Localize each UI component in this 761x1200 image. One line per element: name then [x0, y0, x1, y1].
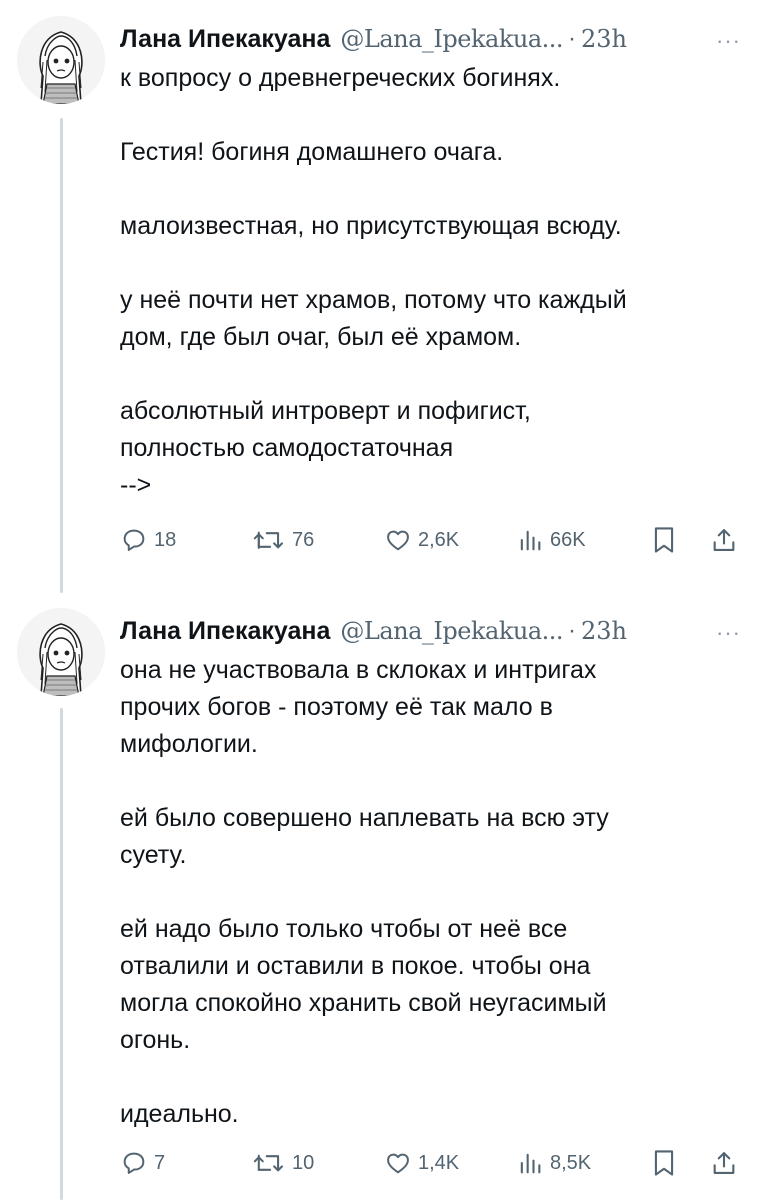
tweet-paragraph: ей надо было только чтобы от неё все отв…	[120, 911, 740, 1059]
text-line: могла спокойно хранить свой неугасимый	[120, 989, 607, 1017]
views-button[interactable]: 66K	[516, 522, 586, 558]
tweet-paragraph: малоизвестная, но присутствующая всюду.	[120, 208, 740, 245]
tweet-paragraph: к вопросу о древнегреческих богинях.	[120, 60, 740, 97]
author-handle[interactable]: @Lana_Ipekakua...	[340, 25, 563, 53]
tweet-text: она не участвовала в склоках и интригах …	[120, 652, 740, 1133]
bookmark-icon	[654, 527, 674, 553]
text-line: Гестия! богиня домашнего очага.	[120, 138, 504, 166]
like-button[interactable]: 2,6K	[384, 522, 459, 558]
retweet-button[interactable]: 76	[252, 522, 314, 558]
thread-connector-line	[60, 708, 63, 1200]
tweet-thread: Лана Ипекакуана @Lana_Ipekakua... · 23h …	[0, 0, 761, 1200]
text-line: ей было совершено наплевать на всю эту	[120, 804, 609, 832]
like-icon	[387, 1153, 409, 1174]
tweet-text: к вопросу о древнегреческих богинях. Гес…	[120, 60, 740, 504]
author-name[interactable]: Лана Ипекакуана	[120, 617, 330, 646]
text-line: абсолютный интроверт и пофигист,	[120, 397, 531, 425]
bookmark-icon	[654, 1150, 674, 1176]
retweet-button[interactable]: 10	[252, 1145, 314, 1181]
retweet-count: 76	[292, 528, 315, 551]
like-count: 1,4K	[418, 1151, 460, 1174]
reply-button[interactable]: 18	[120, 522, 176, 558]
like-button[interactable]: 1,4K	[384, 1145, 459, 1181]
share-button[interactable]	[710, 1145, 738, 1181]
retweet-count: 10	[292, 1151, 315, 1174]
tweet-paragraph: она не участвовала в склоках и интригах …	[120, 652, 740, 763]
text-line: к вопросу о древнегреческих богинях.	[120, 64, 561, 92]
text-line: суету.	[120, 841, 187, 869]
avatar[interactable]	[17, 608, 105, 696]
reply-button[interactable]: 7	[120, 1145, 165, 1181]
text-line: -->	[120, 471, 152, 499]
bookmark-button[interactable]	[650, 1145, 678, 1181]
tweet-paragraph: идеально.	[120, 1096, 740, 1133]
tweet-paragraph: Гестия! богиня домашнего очага.	[120, 134, 740, 171]
views-icon	[520, 530, 541, 551]
share-button[interactable]	[710, 522, 738, 558]
views-button[interactable]: 8,5K	[516, 1145, 591, 1181]
share-icon	[713, 1152, 735, 1174]
views-count: 8,5K	[550, 1151, 592, 1174]
text-line: у неё почти нет храмов, потому что кажды…	[120, 286, 627, 314]
retweet-icon	[253, 1154, 284, 1172]
like-icon	[387, 530, 409, 551]
author-handle[interactable]: @Lana_Ipekakua...	[340, 617, 563, 645]
thread-connector-line	[60, 118, 63, 593]
more-icon[interactable]: ···	[716, 622, 741, 644]
text-line: она не участвовала в склоках и интригах	[120, 656, 597, 684]
author-name[interactable]: Лана Ипекакуана	[120, 25, 330, 54]
reply-icon	[123, 529, 145, 551]
tweet-header: Лана Ипекакуана @Lana_Ipekakua... · 23h …	[120, 22, 745, 56]
avatar-drawing-girl	[17, 608, 105, 696]
text-line: отвалили и оставили в покое. чтобы она	[120, 952, 591, 980]
tweet-timestamp[interactable]: 23h	[581, 617, 627, 645]
text-line: полностью самодостаточная	[120, 434, 454, 462]
tweet-actions: 18 76 2,6K 66K	[120, 522, 741, 558]
tweet-actions: 7 10 1,4K 8,5K	[120, 1145, 741, 1181]
tweet-paragraph: абсолютный интроверт и пофигист, полност…	[120, 393, 740, 504]
avatar[interactable]	[17, 16, 105, 104]
like-count: 2,6K	[418, 528, 460, 551]
reply-icon	[123, 1152, 145, 1174]
text-line: огонь.	[120, 1026, 191, 1054]
tweet-timestamp[interactable]: 23h	[581, 25, 627, 53]
tweet-paragraph: ей было совершено наплевать на всю эту с…	[120, 800, 740, 874]
bookmark-button[interactable]	[650, 522, 678, 558]
more-icon[interactable]: ···	[716, 30, 741, 52]
text-line: малоизвестная, но присутствующая всюду.	[120, 212, 622, 240]
views-count: 66K	[550, 528, 586, 551]
tweet-paragraph: у неё почти нет храмов, потому что кажды…	[120, 282, 740, 356]
avatar-drawing-girl	[17, 16, 105, 104]
text-line: дом, где был очаг, был её храмом.	[120, 323, 522, 351]
text-line: ей надо было только чтобы от неё все	[120, 915, 568, 943]
views-icon	[520, 1153, 541, 1174]
separator-dot: ·	[568, 617, 577, 644]
text-line: прочих богов - поэтому её так мало в	[120, 693, 553, 721]
reply-count: 7	[154, 1151, 166, 1174]
reply-count: 18	[154, 528, 177, 551]
retweet-icon	[253, 531, 284, 549]
tweet-header: Лана Ипекакуана @Lana_Ipekakua... · 23h …	[120, 614, 745, 648]
separator-dot: ·	[568, 25, 577, 52]
text-line: идеально.	[120, 1100, 239, 1128]
share-icon	[713, 529, 735, 551]
text-line: мифологии.	[120, 730, 258, 758]
